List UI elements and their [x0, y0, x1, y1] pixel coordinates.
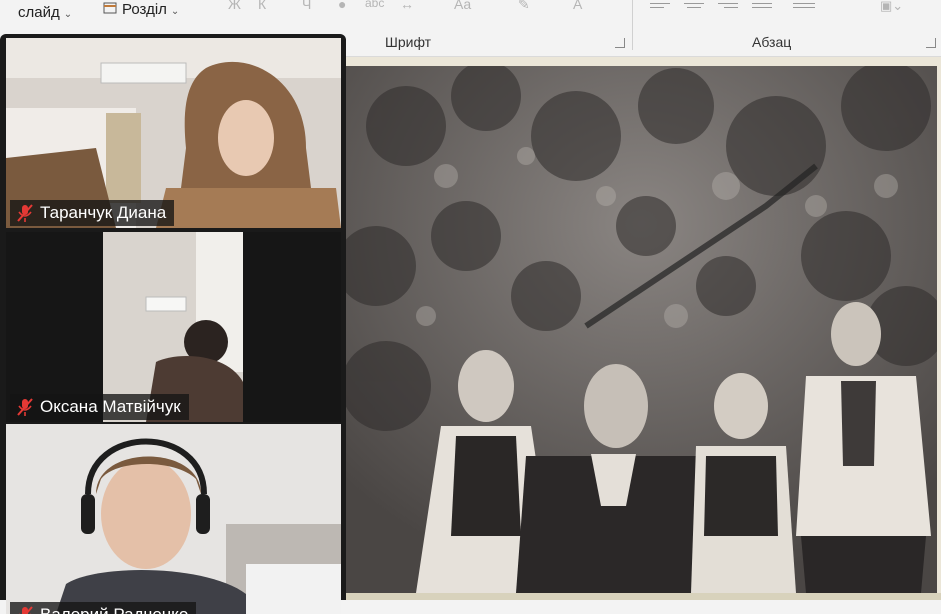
smartart-icon[interactable]: ▣⌄: [880, 0, 903, 14]
strikethrough-icon[interactable]: abc: [365, 0, 384, 10]
italic-icon[interactable]: К: [258, 0, 266, 12]
shadow-icon[interactable]: ●: [338, 0, 346, 12]
chevron-down-icon: ⌄: [170, 6, 180, 17]
participant-name: Оксана Матвійчук: [40, 397, 181, 416]
video-tile[interactable]: Оксана Матвійчук: [6, 232, 341, 422]
chevron-down-icon: ⌄: [63, 9, 73, 20]
video-tile[interactable]: Таранчук Диана: [6, 38, 341, 228]
new-slide-button[interactable]: слайд ⌄: [18, 4, 72, 21]
participant-name: Таранчук Диана: [40, 203, 167, 222]
participant-name-tag: Валерий Радченко: [10, 602, 197, 614]
participant-video: [6, 424, 341, 614]
video-gallery-panel[interactable]: Таранчук Диана Оксана Матвійчук: [0, 34, 346, 614]
paragraph-group-label: Абзац: [752, 34, 792, 50]
participant-name: Валерий Радченко: [40, 605, 188, 614]
change-case-icon[interactable]: Aa: [454, 0, 471, 12]
underline-icon[interactable]: Ч: [302, 0, 311, 12]
microphone-muted-icon: [19, 606, 33, 614]
section-button[interactable]: Розділ ⌄: [102, 0, 179, 18]
font-group-label: Шрифт: [385, 34, 432, 50]
char-spacing-icon[interactable]: ↔: [400, 0, 414, 12]
highlight-icon[interactable]: ✎: [518, 0, 530, 13]
new-slide-label: слайд: [18, 4, 60, 21]
video-tile[interactable]: Валерий Радченко: [6, 424, 341, 614]
microphone-muted-icon: [17, 398, 33, 416]
section-label: Розділ: [122, 1, 167, 18]
slide-photo: [346, 66, 937, 593]
vintage-photo-image: [346, 66, 937, 593]
microphone-muted-icon: [17, 204, 33, 222]
group-divider: [632, 0, 633, 50]
section-icon: [103, 2, 117, 14]
slide-bottom-border: [346, 593, 941, 600]
font-dialog-launcher-icon[interactable]: [615, 38, 625, 48]
participant-name-tag: Оксана Матвійчук: [10, 394, 189, 420]
participant-name-tag: Таранчук Диана: [10, 200, 175, 226]
paragraph-dialog-launcher-icon[interactable]: [926, 38, 936, 48]
font-color-icon[interactable]: A: [573, 0, 582, 12]
bold-icon[interactable]: Ж: [228, 0, 241, 12]
